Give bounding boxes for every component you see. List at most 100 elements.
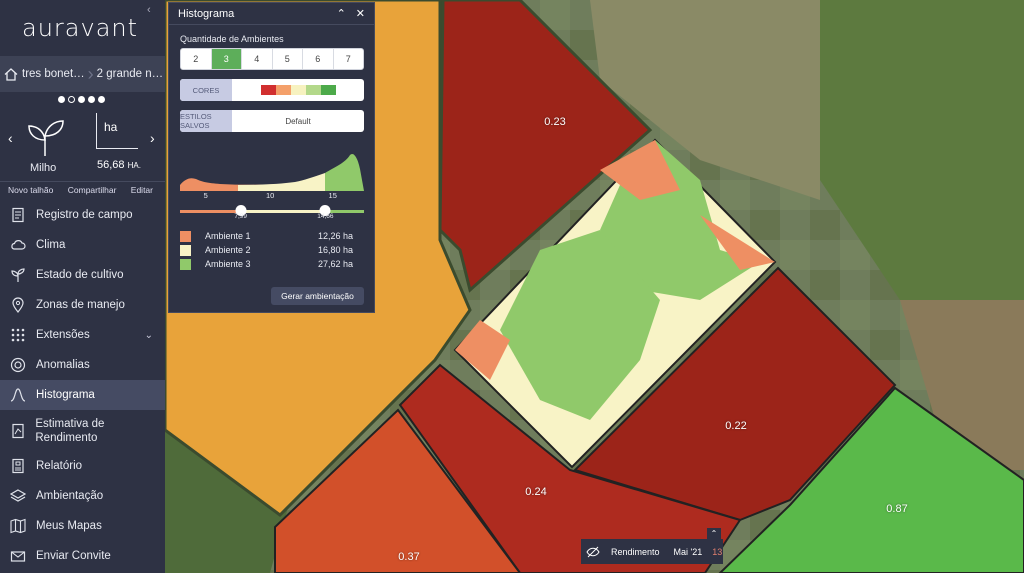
hide-layer-icon[interactable]	[581, 546, 605, 558]
area-unit: HA.	[127, 161, 141, 170]
field-label: 0.37	[398, 551, 420, 563]
share-link[interactable]: Compartilhar	[68, 185, 117, 195]
app-logo: auravant	[22, 14, 139, 42]
color-swatches[interactable]	[260, 85, 336, 95]
field-label: 0.23	[544, 116, 566, 128]
legend-row: Ambiente 3 27,62 ha	[180, 257, 364, 271]
histogram-icon	[9, 386, 27, 404]
new-field-link[interactable]: Novo talhão	[8, 185, 53, 195]
pager-dot[interactable]	[58, 96, 65, 103]
legend-row: Ambiente 2 16,80 ha	[180, 243, 364, 257]
sidebar-item-label: Estado de cultivo	[36, 269, 124, 281]
env-count-label: Quantidade de Ambientes	[180, 34, 284, 44]
breadcrumb-item-farm[interactable]: tres bonet…	[22, 68, 85, 80]
sidebar-item-anomaly[interactable]: Anomalias	[0, 350, 165, 380]
sidebar-item-plant[interactable]: Estado de cultivo	[0, 260, 165, 290]
sidebar-item-cloud[interactable]: Clima	[0, 230, 165, 260]
crop-name: Milho	[30, 162, 57, 174]
env-count-option[interactable]: 5	[273, 49, 303, 69]
plant-icon	[9, 266, 27, 284]
sidebar-item-map[interactable]: Meus Mapas	[0, 511, 165, 541]
chevron-up-icon[interactable]: ⌃	[337, 7, 346, 20]
sidebar-item-envelope[interactable]: Enviar Convite	[0, 541, 165, 571]
chevron-right-icon: ›	[87, 63, 94, 84]
sidebar-item-label: Extensões	[36, 329, 90, 341]
slider-track-env2	[240, 210, 326, 213]
envelope-icon	[9, 547, 27, 565]
sidebar-item-label: Relatório	[36, 460, 83, 472]
legend-swatch	[180, 230, 191, 242]
slider-value-high: 14,66	[317, 213, 334, 220]
sidebar-item-location-pin[interactable]: Zonas de manejo	[0, 290, 165, 320]
layers-icon	[9, 487, 27, 505]
layer-name[interactable]: Rendimento	[611, 547, 660, 557]
colors-label: CORES	[180, 79, 232, 101]
extensions-grid-icon	[9, 326, 27, 344]
sidebar-item-histogram[interactable]: Histograma	[0, 380, 165, 410]
env-count-option[interactable]: 6	[303, 49, 334, 69]
chevron-left-icon[interactable]: ‹	[8, 130, 13, 146]
pager-dot[interactable]	[98, 96, 105, 103]
home-icon[interactable]	[0, 56, 22, 92]
saved-styles-row[interactable]: ESTILOS SALVOS Default	[180, 110, 364, 132]
color-swatch	[305, 85, 321, 95]
field-label: 0.24	[525, 486, 547, 498]
env-count-option[interactable]: 3	[211, 49, 242, 69]
legend-area: 16,80 ha	[318, 245, 354, 255]
histogram-area-env2	[238, 173, 325, 191]
sidebar-item-label: Ambientação	[36, 490, 104, 502]
breadcrumb: tres bonet… › 2 grande n…	[0, 56, 165, 92]
collapse-sidebar-icon[interactable]: ‹	[147, 4, 151, 16]
edit-link[interactable]: Editar	[131, 185, 153, 195]
layer-toolbar: Rendimento Mai '21 13	[581, 539, 723, 564]
chevron-up-icon[interactable]: ⌃	[707, 528, 721, 539]
cloud-icon	[9, 236, 27, 254]
generate-environment-button[interactable]: Gerar ambientação	[271, 287, 364, 305]
colors-row[interactable]: CORES	[180, 79, 364, 101]
hist-tick: 15	[328, 191, 337, 200]
pager-dots[interactable]	[58, 96, 105, 103]
chevron-right-icon[interactable]: ›	[150, 130, 155, 146]
env-count-option[interactable]: 7	[334, 49, 364, 69]
crop-plant-icon	[28, 120, 64, 156]
sidebar: auravant ‹ tres bonet… › 2 grande n… ‹ ›…	[0, 0, 165, 573]
legend-area: 12,26 ha	[318, 231, 354, 241]
panel-title: Histograma	[178, 7, 235, 20]
legend-swatch	[180, 258, 191, 270]
color-swatch	[320, 85, 336, 95]
pager-dot[interactable]	[88, 96, 95, 103]
area-unit-box: ha	[104, 120, 118, 134]
report-icon	[9, 457, 27, 475]
layer-date[interactable]: Mai '21	[674, 547, 703, 557]
chevron-down-icon[interactable]: ⌄	[145, 330, 153, 341]
styles-value[interactable]: Default	[232, 110, 364, 132]
sidebar-item-layers[interactable]: Ambientação	[0, 481, 165, 511]
histogram-chart	[180, 153, 364, 191]
env-count-option[interactable]: 2	[181, 49, 212, 69]
close-icon[interactable]: ✕	[356, 7, 365, 20]
sidebar-item-label: Meus Mapas	[36, 520, 102, 532]
pager-dot[interactable]	[68, 96, 75, 103]
area-value: 56,68	[97, 159, 125, 171]
sidebar-item-label: Registro de campo	[36, 209, 133, 221]
environment-legend: Ambiente 1 12,26 ha Ambiente 2 16,80 ha Ambi…	[180, 229, 364, 271]
legend-row: Ambiente 1 12,26 ha	[180, 229, 364, 243]
sidebar-item-notebook[interactable]: Registro de campo	[0, 200, 165, 230]
legend-name: Ambiente 1	[205, 231, 251, 241]
sidebar-item-extensions-grid[interactable]: Extensões ⌄	[0, 320, 165, 350]
histogram-area-env3	[325, 153, 364, 191]
pager-dot[interactable]	[78, 96, 85, 103]
threshold-slider[interactable]	[180, 205, 364, 217]
sidebar-item-yield-estimate[interactable]: Estimativa de Rendimento	[0, 410, 165, 451]
histogram-panel: Histograma ⌃ ✕ Quantidade de Ambientes 2…	[168, 2, 375, 313]
sidebar-item-report[interactable]: Relatório	[0, 451, 165, 481]
color-swatch	[275, 85, 291, 95]
color-swatch	[290, 85, 306, 95]
env-count-option[interactable]: 4	[242, 49, 273, 69]
notebook-icon	[9, 206, 27, 224]
breadcrumb-item-field[interactable]: 2 grande n…	[97, 68, 164, 80]
layer-count[interactable]: 13	[712, 547, 722, 557]
slider-value-low: 7,99	[234, 213, 248, 220]
anomaly-icon	[9, 356, 27, 374]
hist-tick: 10	[265, 191, 275, 200]
